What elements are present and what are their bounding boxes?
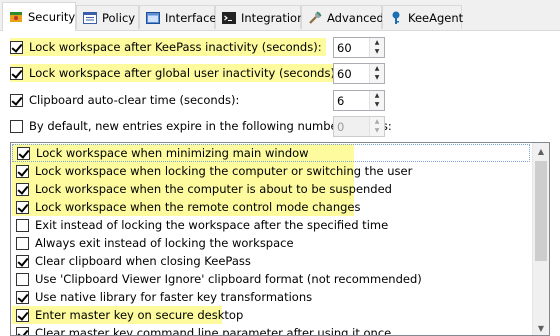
lock-global-inactivity-spinner[interactable]: 60 ▲ ▼ bbox=[333, 63, 385, 84]
spin-up-icon[interactable]: ▲ bbox=[370, 38, 384, 48]
scroll-down-icon[interactable]: ▼ bbox=[533, 320, 549, 335]
list-item[interactable]: Use native library for faster key transf… bbox=[12, 288, 530, 306]
list-item-label: Always exit instead of locking the works… bbox=[35, 236, 294, 250]
list-item-checkbox[interactable] bbox=[16, 164, 29, 178]
list-item-checkbox[interactable] bbox=[16, 326, 29, 335]
list-item[interactable]: Use 'Clipboard Viewer Ignore' clipboard … bbox=[12, 270, 530, 288]
scroll-up-icon[interactable]: ▲ bbox=[533, 143, 549, 160]
list-item-label: Lock workspace when locking the computer… bbox=[35, 164, 413, 178]
spin-down-icon[interactable]: ▼ bbox=[370, 74, 384, 84]
list-item-label: Lock workspace when the remote control m… bbox=[35, 200, 361, 214]
default-expire-checkbox[interactable] bbox=[10, 119, 23, 133]
list-item-checkbox[interactable] bbox=[16, 218, 29, 232]
list-item-label: Clear master key command line parameter … bbox=[35, 326, 392, 336]
list-item[interactable]: Clear clipboard when closing KeePass bbox=[12, 252, 530, 270]
tab-strip: Security Policy Interface Integration Ad… bbox=[0, 0, 560, 31]
default-expire-spinner: 0 ▲ ▼ bbox=[333, 116, 385, 137]
list-item[interactable]: Exit instead of locking the workspace af… bbox=[12, 216, 530, 234]
tab-label: Integration bbox=[241, 10, 305, 25]
tab-label: Advanced bbox=[327, 10, 384, 25]
list-item-label: Lock workspace when the computer is abou… bbox=[35, 182, 392, 196]
tab-advanced[interactable]: Advanced bbox=[301, 5, 384, 29]
option-clipboard-clear[interactable]: Clipboard auto-clear time (seconds): bbox=[10, 90, 239, 110]
list-item-label: Use native library for faster key transf… bbox=[35, 290, 313, 304]
spin-down-icon: ▼ bbox=[374, 127, 380, 135]
tab-label: Security bbox=[28, 10, 76, 24]
lock-keepass-inactivity-checkbox[interactable] bbox=[10, 40, 23, 54]
option-lock-global-inactivity[interactable]: Lock workspace after global user inactiv… bbox=[10, 63, 343, 83]
tab-integration[interactable]: Integration bbox=[215, 5, 305, 29]
spin-down-icon[interactable]: ▼ bbox=[370, 101, 384, 111]
list-item-label: Use 'Clipboard Viewer Ignore' clipboard … bbox=[35, 272, 422, 286]
list-item[interactable]: Enter master key on secure desktop bbox=[12, 306, 530, 324]
tab-interface[interactable]: Interface bbox=[139, 5, 217, 29]
list-scrollbar[interactable]: ▲ ▼ bbox=[532, 143, 549, 335]
tab-keeagent[interactable]: KeeAgent bbox=[382, 5, 464, 29]
list-item[interactable]: Lock workspace when the remote control m… bbox=[12, 198, 530, 216]
list-item-checkbox[interactable] bbox=[16, 272, 29, 286]
list-item-checkbox[interactable] bbox=[16, 182, 29, 196]
spin-up-icon[interactable]: ▲ bbox=[370, 91, 384, 101]
list-item-checkbox[interactable] bbox=[16, 308, 29, 322]
list-item-checkbox[interactable] bbox=[16, 254, 29, 268]
option-label: Lock workspace after global user inactiv… bbox=[29, 66, 339, 80]
scroll-thumb[interactable] bbox=[535, 161, 547, 261]
list-item[interactable]: Always exit instead of locking the works… bbox=[12, 234, 530, 252]
spin-up-icon: ▲ bbox=[374, 117, 380, 125]
clipboard-clear-checkbox[interactable] bbox=[10, 93, 23, 107]
option-lock-keepass-inactivity[interactable]: Lock workspace after KeePass inactivity … bbox=[10, 37, 326, 57]
list-item[interactable]: Clear master key command line parameter … bbox=[12, 324, 530, 336]
list-item[interactable]: Lock workspace when minimizing main wind… bbox=[12, 144, 530, 162]
spinner-value: 0 bbox=[337, 119, 345, 134]
keeagent-key-icon bbox=[388, 10, 404, 26]
list-item-label: Exit instead of locking the workspace af… bbox=[35, 218, 389, 232]
tab-policy[interactable]: Policy bbox=[76, 5, 139, 29]
security-options-list[interactable]: Lock workspace when minimizing main wind… bbox=[10, 142, 550, 336]
spin-up-icon[interactable]: ▲ bbox=[370, 64, 384, 74]
security-shield-icon bbox=[8, 9, 24, 25]
tab-label: KeeAgent bbox=[408, 10, 464, 25]
list-item-label: Enter master key on secure desktop bbox=[35, 308, 244, 322]
lock-keepass-inactivity-spinner[interactable]: 60 ▲ ▼ bbox=[333, 37, 385, 58]
advanced-tools-icon bbox=[307, 10, 323, 26]
clipboard-clear-spinner[interactable]: 6 ▲ ▼ bbox=[333, 90, 385, 111]
spinner-value[interactable]: 6 bbox=[334, 94, 369, 108]
list-item[interactable]: Lock workspace when locking the computer… bbox=[12, 162, 530, 180]
spinner-value[interactable]: 60 bbox=[334, 41, 369, 55]
spin-down-icon[interactable]: ▼ bbox=[370, 48, 384, 58]
tab-label: Policy bbox=[102, 10, 136, 25]
integration-console-icon bbox=[221, 10, 237, 26]
list-item[interactable]: Lock workspace when the computer is abou… bbox=[12, 180, 530, 198]
list-item-label: Lock workspace when minimizing main wind… bbox=[36, 146, 309, 160]
option-label: Lock workspace after KeePass inactivity … bbox=[29, 40, 322, 54]
spinner-value[interactable]: 60 bbox=[334, 67, 369, 81]
option-label: Clipboard auto-clear time (seconds): bbox=[29, 93, 240, 107]
tab-security[interactable]: Security bbox=[2, 2, 76, 31]
list-item-checkbox[interactable] bbox=[16, 236, 29, 250]
lock-global-inactivity-checkbox[interactable] bbox=[10, 66, 23, 80]
tab-label: Interface bbox=[165, 10, 217, 25]
policy-list-icon bbox=[82, 10, 98, 26]
list-item-checkbox[interactable] bbox=[16, 290, 29, 304]
interface-window-icon bbox=[145, 10, 161, 26]
list-item-checkbox[interactable] bbox=[17, 146, 30, 160]
list-item-checkbox[interactable] bbox=[16, 200, 29, 214]
list-item-label: Clear clipboard when closing KeePass bbox=[35, 254, 251, 268]
